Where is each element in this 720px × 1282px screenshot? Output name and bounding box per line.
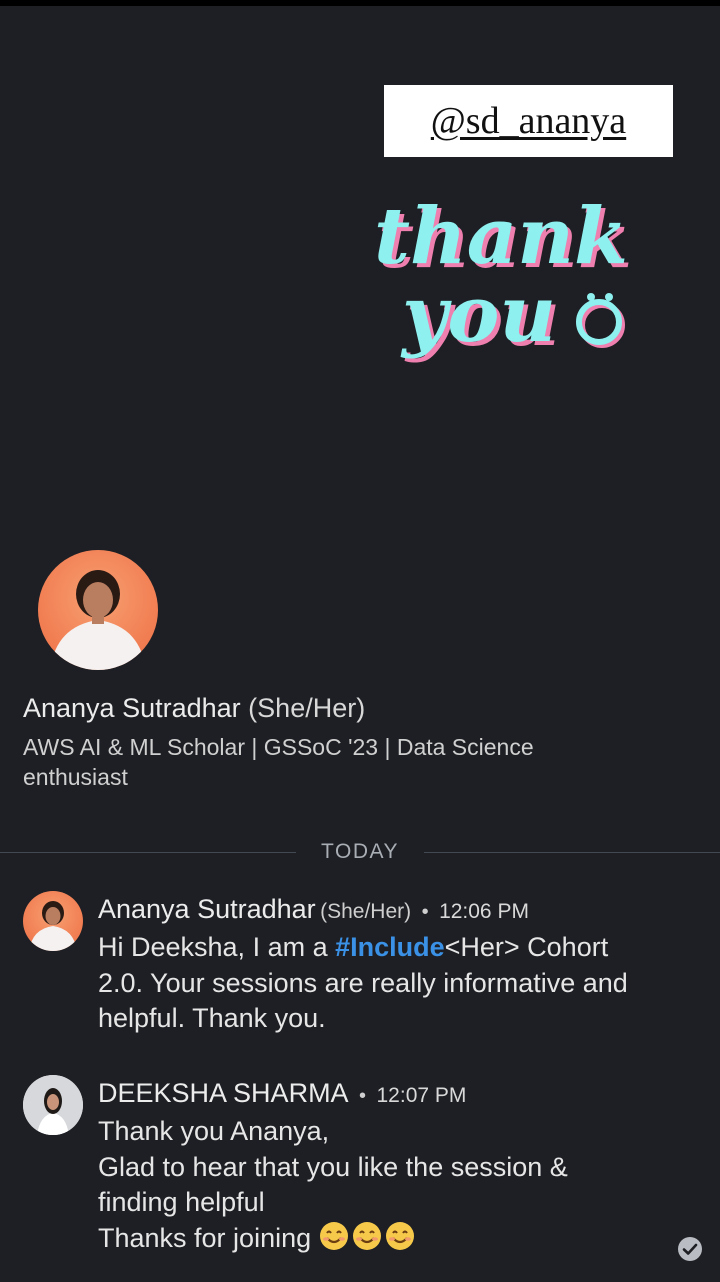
smiling-face-icon xyxy=(385,1221,414,1250)
sender-name[interactable]: Ananya Sutradhar xyxy=(98,894,316,924)
top-edge xyxy=(0,0,720,6)
read-receipt-check-icon xyxy=(678,1237,702,1261)
hashtag-link[interactable]: #Include xyxy=(335,932,445,962)
divider-line-right xyxy=(424,852,720,853)
message-text: Thank you Ananya, Glad to hear that you … xyxy=(98,1116,568,1253)
profile-name[interactable]: Ananya Sutradhar (She/Her) xyxy=(23,693,365,724)
mention-sticker[interactable]: @sd_ananya xyxy=(384,85,673,157)
sender-pronouns: (She/Her) xyxy=(320,900,412,923)
sender-avatar[interactable] xyxy=(23,891,83,951)
sender-avatar[interactable] xyxy=(23,1075,83,1135)
thank-you-sticker: thank thank you you xyxy=(374,191,632,364)
profile-headline: AWS AI & ML Scholar | GSSoC '23 | Data S… xyxy=(23,734,534,790)
divider-line-left xyxy=(0,852,296,853)
message-text: Hi Deeksha, I am a #Include<Her> Cohort … xyxy=(98,932,628,1033)
svg-text:you: you xyxy=(400,269,556,360)
smiling-face-icon xyxy=(352,1221,381,1250)
date-divider: TODAY xyxy=(321,840,399,863)
smiling-face-icon xyxy=(319,1221,348,1250)
message-time: 12:07 PM xyxy=(376,1084,467,1107)
profile-avatar[interactable] xyxy=(38,550,158,670)
message-header: DEEKSHA SHARMA • 12:07 PM xyxy=(98,1078,467,1108)
message-header: Ananya Sutradhar (She/Her) • 12:06 PM xyxy=(98,894,529,924)
smile-icon xyxy=(576,293,625,348)
sender-name[interactable]: DEEKSHA SHARMA xyxy=(98,1078,349,1108)
message-time: 12:06 PM xyxy=(439,900,529,923)
